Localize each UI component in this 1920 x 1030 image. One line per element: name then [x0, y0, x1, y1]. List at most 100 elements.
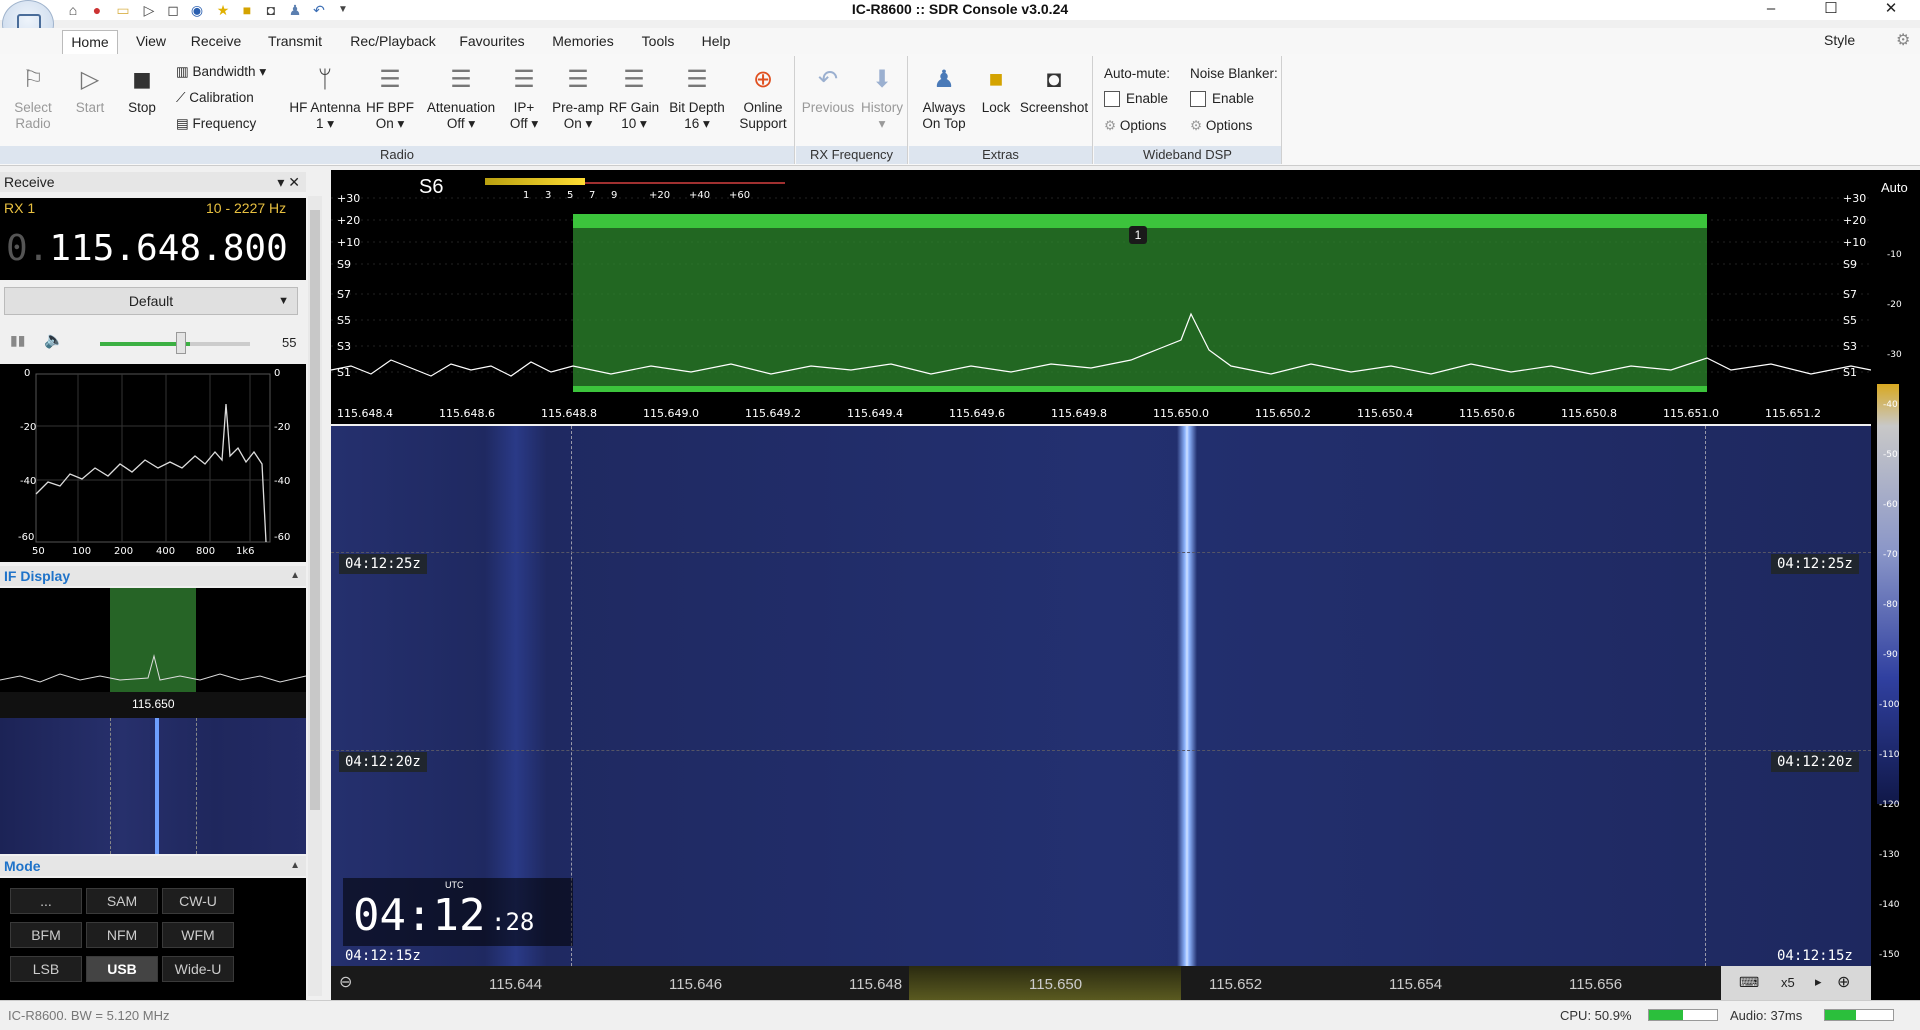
wideband-bar[interactable]: ⊖ 115.644 115.646 115.648 115.650 115.65…: [331, 966, 1871, 1000]
waterfall-time-1: 04:12:25z: [339, 554, 427, 574]
mode-wfm-button[interactable]: WFM: [162, 922, 234, 948]
freq-tick: 115.650.8: [1561, 407, 1617, 420]
calibration-button[interactable]: ⟋ Calibration: [176, 90, 254, 106]
preset-dropdown[interactable]: Default ▼: [4, 287, 298, 315]
mode-bfm-button[interactable]: BFM: [10, 922, 82, 948]
tab-rec-playback[interactable]: Rec/Playback: [346, 30, 440, 54]
mode-nfm-button[interactable]: NFM: [86, 922, 158, 948]
online-support-button[interactable]: ⊕ Online Support: [734, 64, 792, 132]
start-button[interactable]: ▷ Start: [68, 64, 112, 116]
screenshot-button[interactable]: ◘ Screenshot: [1018, 64, 1090, 116]
spectrum-display[interactable]: S6 1 3 5 7 9 +20 +40 +60 1 +30 +20 +10 S…: [331, 170, 1871, 402]
hf-antenna-button[interactable]: ᛘ HF Antenna 1 ▾: [286, 64, 364, 132]
preamp-button[interactable]: ☰ Pre-amp On ▾: [548, 64, 608, 132]
bandwidth-button[interactable]: ▥ Bandwidth ▾: [176, 64, 266, 80]
tab-help[interactable]: Help: [696, 30, 736, 54]
waterfall-display[interactable]: 04:12:25z 04:12:25z 04:12:20z 04:12:20z …: [331, 426, 1871, 966]
colour-gradient: [1877, 384, 1899, 804]
rf-gain-button[interactable]: ☰ RF Gain 10 ▾: [606, 64, 662, 132]
hf-bpf-button[interactable]: ☰ HF BPF On ▾: [362, 64, 418, 132]
style-label[interactable]: Style: [1824, 32, 1855, 48]
tab-tools[interactable]: Tools: [636, 30, 680, 54]
if-waterfall[interactable]: [0, 718, 306, 854]
auto-mute-checkbox[interactable]: [1104, 91, 1120, 108]
tab-transmit[interactable]: Transmit: [262, 30, 328, 54]
meter-icon[interactable]: ▮▮: [10, 332, 25, 349]
panel-close-icon[interactable]: ▾ ✕: [277, 172, 300, 192]
collapse-icon[interactable]: ▲: [290, 856, 300, 876]
folder-icon[interactable]: ▭: [114, 1, 132, 19]
antenna-icon: ᛘ: [317, 66, 333, 93]
volume-slider-thumb[interactable]: [176, 332, 186, 354]
settings-gear-icon[interactable]: ⚙: [1896, 30, 1910, 50]
freq-tick: 115.648.4: [337, 407, 393, 420]
close-button[interactable]: ✕: [1868, 0, 1914, 20]
wb-tick: 115.654: [1389, 976, 1443, 993]
ip-plus-button[interactable]: ☰ IP+ Off ▾: [502, 64, 546, 132]
lock-icon[interactable]: ■: [238, 1, 256, 19]
colour-scale[interactable]: Auto -10 -20 -30 -40 -50 -60 -70 -80 -90…: [1871, 170, 1920, 1000]
attenuation-button[interactable]: ☰ Attenuation Off ▾: [420, 64, 502, 132]
zoom-arrow-icon[interactable]: ▸: [1815, 974, 1822, 990]
collapse-icon[interactable]: ▲: [290, 566, 300, 586]
record-icon[interactable]: ●: [88, 1, 106, 19]
star-icon[interactable]: ★: [214, 1, 232, 19]
customize-dropdown-icon[interactable]: ▼: [334, 1, 352, 19]
tab-memories[interactable]: Memories: [548, 30, 618, 54]
mode-wideu-button[interactable]: Wide-U: [162, 956, 234, 982]
hf-bpf-label: HF BPF: [365, 100, 414, 115]
auto-mute-options[interactable]: ⚙ Options: [1104, 118, 1166, 134]
zoom-level[interactable]: x5: [1781, 975, 1795, 990]
volume-slider[interactable]: [100, 342, 250, 346]
frequency-button[interactable]: ▤ Frequency: [176, 116, 256, 132]
noise-blanker-options[interactable]: ⚙ Options: [1190, 118, 1252, 134]
bit-depth-button[interactable]: ☰ Bit Depth 16 ▾: [664, 64, 730, 132]
undo-icon[interactable]: ↶: [310, 1, 328, 19]
mode-cwu-button[interactable]: CW-U: [162, 888, 234, 914]
home-icon[interactable]: ⌂: [64, 1, 82, 19]
camera-icon[interactable]: ◘: [262, 1, 280, 19]
s-scale-3: 3: [545, 190, 552, 201]
auto-mute-label: Auto-mute:: [1104, 66, 1171, 81]
status-audio: Audio: 37ms: [1730, 1008, 1803, 1023]
noise-blanker-checkbox[interactable]: [1190, 91, 1206, 108]
mode-lsb-button[interactable]: LSB: [10, 956, 82, 982]
minimize-button[interactable]: –: [1748, 0, 1794, 20]
select-radio-button[interactable]: ⚐ Select Radio: [8, 64, 58, 132]
tab-favourites[interactable]: Favourites: [454, 30, 530, 54]
frequency-axis[interactable]: 115.648.4 115.648.6 115.648.8 115.649.0 …: [331, 402, 1871, 424]
person-icon[interactable]: ♟: [286, 1, 304, 19]
previous-button[interactable]: ↶ Previous: [800, 64, 856, 116]
mode-more-button[interactable]: ...: [10, 888, 82, 914]
stop-button[interactable]: ◼ Stop: [120, 64, 164, 116]
auto-mute-enable[interactable]: Enable: [1104, 91, 1168, 108]
wb-tick: 115.650: [1029, 976, 1083, 993]
history-button[interactable]: ⬇ History ▾: [858, 64, 906, 132]
globe-icon[interactable]: ◉: [188, 1, 206, 19]
keyboard-icon[interactable]: ⌨: [1739, 974, 1759, 991]
auto-scale-button[interactable]: Auto: [1881, 180, 1908, 195]
play-icon[interactable]: ▷: [140, 1, 158, 19]
stop-icon[interactable]: ◻: [164, 1, 182, 19]
left-panel-scrollbar[interactable]: [308, 196, 322, 996]
camera-icon: ◘: [1046, 66, 1062, 93]
tab-home[interactable]: Home: [62, 30, 118, 54]
audio-spectrum[interactable]: 0 -20 -40 -60 0 -20 -40 -60 50 100 200 4…: [0, 364, 306, 562]
mode-sam-button[interactable]: SAM: [86, 888, 158, 914]
mode-usb-button[interactable]: USB: [86, 956, 158, 982]
speaker-icon[interactable]: 🔈: [44, 330, 64, 350]
always-on-top-button[interactable]: ♟ Always On Top: [914, 64, 974, 132]
audio-x-100: 100: [72, 546, 92, 557]
maximize-button[interactable]: ☐: [1808, 0, 1854, 20]
scroll-right-icon[interactable]: ⊕: [1837, 972, 1850, 992]
group-rx-frequency-caption: RX Frequency: [796, 146, 907, 164]
scroll-left-icon[interactable]: ⊖: [339, 972, 352, 992]
vfo-marker[interactable]: 1: [1129, 226, 1147, 244]
if-spectrum[interactable]: [0, 588, 306, 692]
lock-button[interactable]: ■ Lock: [976, 64, 1016, 116]
noise-blanker-enable[interactable]: Enable: [1190, 91, 1254, 108]
freq-tick: 115.650.0: [1153, 407, 1209, 420]
tab-view[interactable]: View: [128, 30, 174, 54]
tab-receive[interactable]: Receive: [186, 30, 246, 54]
rx-frequency-display[interactable]: 0.115.648.800: [6, 228, 288, 269]
